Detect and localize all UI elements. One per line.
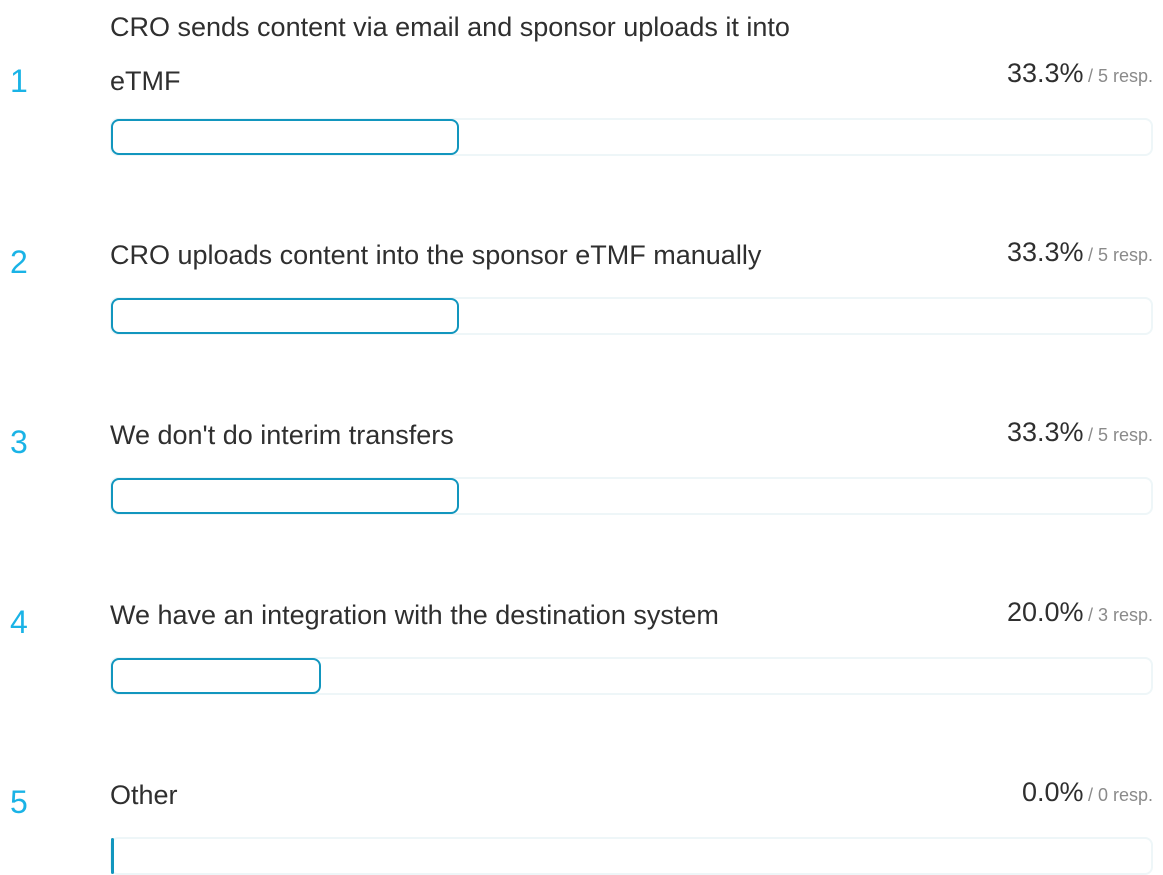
result-stat: 0.0% / 0 resp. bbox=[1022, 777, 1153, 808]
response-count: / 0 resp. bbox=[1087, 785, 1153, 805]
percent-value: 33.3% bbox=[1006, 58, 1084, 88]
percent-value: 0.0% bbox=[1021, 777, 1084, 807]
response-count: / 5 resp. bbox=[1087, 66, 1153, 86]
bar-fill bbox=[111, 478, 459, 514]
option-label: We have an integration with the destinat… bbox=[110, 588, 930, 642]
result-row: 2 CRO uploads content into the sponsor e… bbox=[0, 180, 1163, 360]
bar-fill bbox=[111, 298, 459, 334]
result-stat: 33.3% / 5 resp. bbox=[1007, 237, 1153, 268]
result-stat: 33.3% / 5 resp. bbox=[1007, 417, 1153, 448]
option-label: CRO uploads content into the sponsor eTM… bbox=[110, 228, 930, 282]
option-label: We don't do interim transfers bbox=[110, 408, 930, 462]
result-row: 5 Other 0.0% / 0 resp. bbox=[0, 720, 1163, 875]
bar-fill bbox=[111, 838, 114, 874]
option-label: CRO sends content via email and sponsor … bbox=[110, 0, 930, 108]
rank-number: 2 bbox=[10, 244, 28, 280]
option-label-line: CRO uploads content into the sponsor eTM… bbox=[110, 240, 762, 270]
bar-track bbox=[110, 477, 1153, 515]
option-label-line: We have an integration with the destinat… bbox=[110, 600, 719, 630]
bar-fill bbox=[111, 119, 459, 155]
bar-track bbox=[110, 118, 1153, 156]
result-row: 1 CRO sends content via email and sponso… bbox=[0, 0, 1163, 180]
result-row: 4 We have an integration with the destin… bbox=[0, 540, 1163, 720]
response-count: / 5 resp. bbox=[1087, 425, 1153, 445]
option-label: Other bbox=[110, 768, 930, 822]
bar-track bbox=[110, 837, 1153, 875]
rank-number: 1 bbox=[10, 63, 28, 99]
option-label-line: eTMF bbox=[110, 66, 181, 96]
option-label-line: Other bbox=[110, 780, 178, 810]
percent-value: 20.0% bbox=[1006, 597, 1084, 627]
response-count: / 5 resp. bbox=[1087, 245, 1153, 265]
bar-track bbox=[110, 297, 1153, 335]
percent-value: 33.3% bbox=[1006, 417, 1084, 447]
option-label-line: We don't do interim transfers bbox=[110, 420, 454, 450]
response-count: / 3 resp. bbox=[1087, 605, 1153, 625]
rank-number: 5 bbox=[10, 784, 28, 820]
rank-number: 4 bbox=[10, 604, 28, 640]
result-stat: 33.3% / 5 resp. bbox=[1007, 58, 1153, 89]
bar-track bbox=[110, 657, 1153, 695]
bar-fill bbox=[111, 658, 321, 694]
result-row: 3 We don't do interim transfers 33.3% / … bbox=[0, 360, 1163, 540]
option-label-line: CRO sends content via email and sponsor … bbox=[110, 12, 790, 42]
result-stat: 20.0% / 3 resp. bbox=[1007, 597, 1153, 628]
rank-number: 3 bbox=[10, 424, 28, 460]
percent-value: 33.3% bbox=[1006, 237, 1084, 267]
